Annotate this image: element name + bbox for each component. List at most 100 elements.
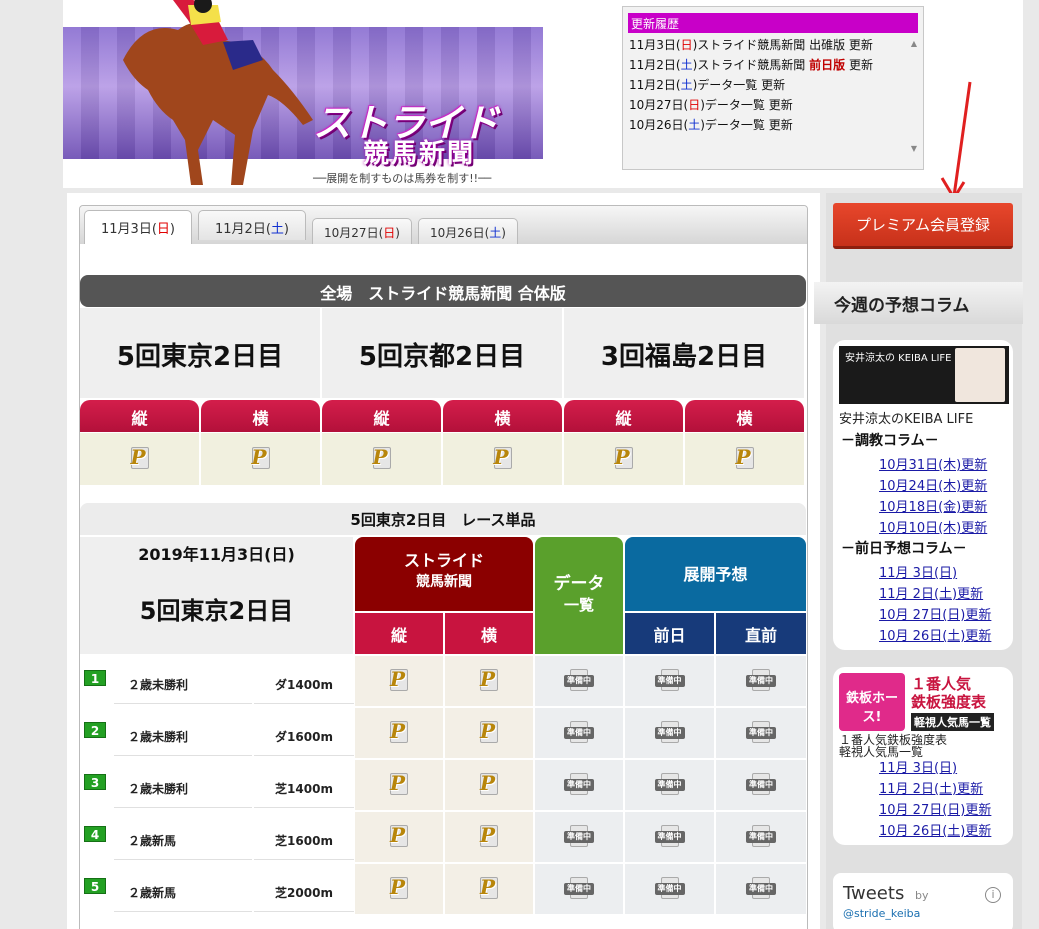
tab-date-2[interactable]: 10月27日(日) (312, 218, 412, 244)
preparing-label: 準備中 (654, 727, 685, 739)
p-document-icon[interactable]: P (125, 445, 155, 471)
race-pdf-cell[interactable]: P (355, 812, 443, 862)
update-day: 土 (680, 58, 693, 72)
update-date: 11月2日( (629, 78, 681, 92)
column-link[interactable]: 10月 26日(土)更新 (879, 625, 991, 644)
race-preparing-cell: 準備中 (535, 864, 623, 914)
p-document-icon[interactable]: P (367, 445, 397, 471)
update-date: 11月2日( (629, 58, 681, 72)
p-document-icon[interactable]: P (488, 445, 518, 471)
info-icon[interactable]: i (985, 887, 1001, 903)
p-document-icon[interactable]: P (730, 445, 760, 471)
race-name: ２歳新馬 (114, 864, 252, 912)
race-pdf-cell[interactable]: P (445, 864, 533, 914)
p-glyph: P (390, 719, 406, 743)
premium-signup-button[interactable]: プレミアム会員登録 (833, 203, 1013, 249)
site-banner[interactable]: ストライド 競馬新聞 ──展開を制すものは馬券を制す!!── (63, 0, 543, 188)
race-preparing-cell: 準備中 (535, 760, 623, 810)
venue-kyoto: 5回京都2日目 (322, 308, 562, 398)
scroll-up-icon[interactable]: ▲ (909, 39, 919, 48)
col-zenjitsu-header: 前日 (625, 613, 714, 654)
p-document-icon[interactable]: P (474, 771, 504, 797)
col-stride-label: ストライド (403, 551, 484, 570)
pdf-cell[interactable]: P (322, 433, 441, 485)
tab-date-1[interactable]: 11月2日(土) (198, 210, 306, 240)
race-pdf-cell[interactable]: P (355, 708, 443, 758)
tweets-handle[interactable]: @stride_keiba (843, 907, 920, 920)
col-stride-label2: 競馬新聞 (416, 574, 472, 590)
tate-button-venue-0[interactable]: 縦 (80, 400, 199, 432)
race-preparing-cell: 準備中 (716, 656, 806, 706)
preparing-label: 準備中 (564, 675, 594, 687)
tate-button-venue-1[interactable]: 縦 (322, 400, 441, 432)
pdf-cell[interactable]: P (564, 433, 683, 485)
yoko-button-venue-1[interactable]: 横 (443, 400, 562, 432)
preparing-icon: 準備中 (564, 825, 594, 849)
column-link[interactable]: 11月 2日(土)更新 (879, 778, 983, 797)
yoko-button-venue-0[interactable]: 横 (201, 400, 320, 432)
keiba-life-caption: 安井涼太のKEIBA LIFE (839, 412, 974, 427)
tweets-widget[interactable]: Tweets by @stride_keiba i (833, 873, 1013, 929)
column-link[interactable]: 10月10日(木)更新 (879, 517, 987, 536)
pdf-cell[interactable]: P (80, 433, 199, 485)
pdf-cell[interactable]: P (685, 433, 804, 485)
yoko-button-venue-2[interactable]: 横 (685, 400, 804, 432)
column-link[interactable]: 11月 3日(日) (879, 757, 957, 776)
tate-button-venue-2[interactable]: 縦 (564, 400, 683, 432)
race-distance: 芝2000m (254, 864, 354, 912)
update-item: 11月2日(土)データ一覧 更新 (629, 75, 909, 95)
col-tate-header: 縦 (355, 613, 443, 654)
race-pdf-cell[interactable]: P (445, 760, 533, 810)
p-document-icon[interactable]: P (474, 823, 504, 849)
column-link[interactable]: 10月31日(木)更新 (879, 454, 987, 473)
column-link[interactable]: 11月 3日(日) (879, 562, 957, 581)
teppan-banner[interactable]: 鉄板ホース! １番人気 鉄板強度表 軽視人気馬一覧 (839, 673, 1009, 731)
tab-date-0[interactable]: 11月3日(日) (84, 210, 192, 244)
venue-fukushima: 3回福島2日目 (564, 308, 804, 398)
tab-day: 日 (156, 222, 170, 237)
scroll-down-icon[interactable]: ▼ (909, 144, 919, 153)
p-document-icon[interactable]: P (384, 719, 414, 745)
race-header-cell: 2019年11月3日(日) 5回東京2日目 (80, 537, 353, 654)
race-pdf-cell[interactable]: P (355, 760, 443, 810)
preparing-label: 準備中 (654, 675, 685, 687)
p-document-icon[interactable]: P (474, 875, 504, 901)
p-glyph: P (390, 823, 406, 847)
race-pdf-cell[interactable]: P (445, 656, 533, 706)
p-document-icon[interactable]: P (246, 445, 276, 471)
p-document-icon[interactable]: P (384, 875, 414, 901)
column-link[interactable]: 10月24日(木)更新 (879, 475, 987, 494)
scrollbar[interactable]: ▲ ▼ (909, 39, 919, 163)
p-glyph: P (130, 445, 146, 469)
preparing-label: 準備中 (564, 831, 594, 843)
column-link[interactable]: 11月 2日(土)更新 (879, 583, 983, 602)
race-pdf-cell[interactable]: P (445, 708, 533, 758)
red-arrow-annotation (940, 81, 972, 201)
keiba-life-banner[interactable]: 安井涼太の KEIBA LIFE (839, 346, 1009, 404)
keiba-life-banner-text: 安井涼太の KEIBA LIFE (845, 353, 952, 364)
race-pdf-cell[interactable]: P (355, 864, 443, 914)
column-link[interactable]: 10月 26日(土)更新 (879, 820, 991, 839)
update-day: 土 (688, 118, 701, 132)
pdf-cell[interactable]: P (443, 433, 562, 485)
pdf-cell[interactable]: P (201, 433, 320, 485)
race-pdf-cell[interactable]: P (445, 812, 533, 862)
preparing-icon: 準備中 (746, 721, 776, 745)
tab-date-3[interactable]: 10月26日(土) (418, 218, 518, 244)
logo-keiba-shinbun: 競馬新聞 (363, 139, 476, 169)
p-document-icon[interactable]: P (474, 719, 504, 745)
p-document-icon[interactable]: P (384, 771, 414, 797)
update-history-box[interactable]: 更新履歴 11月3日(日)ストライド競馬新聞 出碓版 更新 11月2日(土)ストラ… (622, 6, 924, 170)
race-pdf-cell[interactable]: P (355, 656, 443, 706)
race-preparing-cell: 準備中 (625, 812, 714, 862)
column-link[interactable]: 10月 27日(日)更新 (879, 604, 991, 623)
teppan-banner-line2: 鉄板強度表 (911, 693, 987, 711)
p-document-icon[interactable]: P (384, 667, 414, 693)
p-document-icon[interactable]: P (609, 445, 639, 471)
p-document-icon[interactable]: P (384, 823, 414, 849)
column-link[interactable]: 10月18日(金)更新 (879, 496, 987, 515)
p-document-icon[interactable]: P (474, 667, 504, 693)
column-link[interactable]: 10月 27日(日)更新 (879, 799, 991, 818)
preparing-label: 準備中 (746, 831, 776, 843)
update-day: 日 (688, 98, 701, 112)
